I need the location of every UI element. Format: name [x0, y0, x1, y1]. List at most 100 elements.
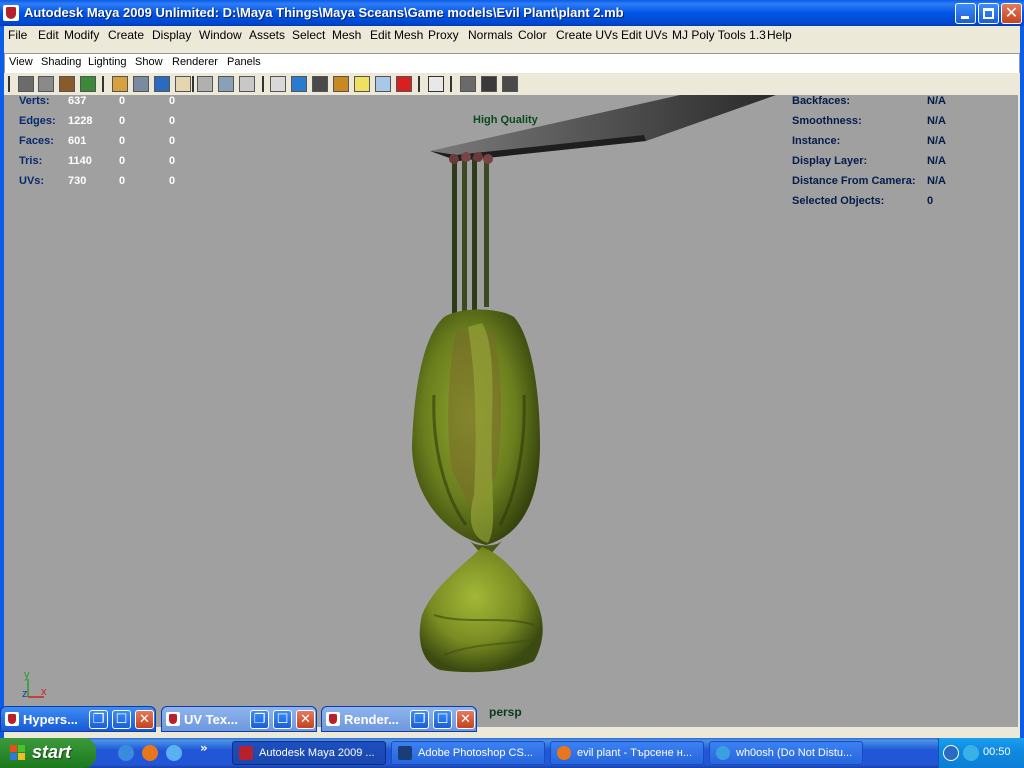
xray-icon[interactable]: [375, 76, 391, 92]
safe-action-icon[interactable]: [218, 76, 234, 92]
menu-window[interactable]: Window: [199, 28, 242, 42]
menu-edit-mesh[interactable]: Edit Mesh: [370, 28, 423, 42]
minimized-uv-texture-editor[interactable]: UV Tex... ❐ ☐ ✕: [161, 706, 317, 732]
maya-window-icon: [5, 712, 19, 726]
axis-z-label: z: [22, 688, 28, 700]
taskbar-item-label: Adobe Photoshop CS...: [418, 747, 533, 759]
start-button[interactable]: start: [0, 738, 96, 768]
skype-tray-icon[interactable]: [963, 745, 979, 761]
skype-icon: [716, 746, 730, 760]
maximize-button[interactable]: ☐: [273, 710, 292, 729]
menu-color[interactable]: Color: [518, 28, 547, 42]
lights-icon[interactable]: [354, 76, 370, 92]
close-button[interactable]: ✕: [135, 710, 154, 729]
hud-grid-icon[interactable]: [481, 76, 497, 92]
frame-selection-icon[interactable]: [428, 76, 444, 92]
axis-y-label: y: [24, 669, 30, 681]
restore-button[interactable]: ❐: [410, 710, 429, 729]
menu-normals[interactable]: Normals: [468, 28, 513, 42]
film-gate-icon[interactable]: [133, 76, 149, 92]
minimized-render-view[interactable]: Render... ❐ ☐ ✕: [321, 706, 477, 732]
tray-expand-icon[interactable]: [943, 745, 959, 761]
resolution-gate-icon[interactable]: [154, 76, 170, 92]
taskbar-item-photoshop[interactable]: Adobe Photoshop CS...: [391, 741, 545, 765]
menu-create[interactable]: Create: [108, 28, 144, 42]
hud-backfaces-label: Backfaces:: [792, 95, 851, 107]
wireframe-icon[interactable]: [270, 76, 286, 92]
camera-attributes-icon[interactable]: [38, 76, 54, 92]
maximize-button[interactable]: ☐: [433, 710, 452, 729]
hud-verts-value-3: 0: [169, 95, 176, 107]
hud-smoothness-label: Smoothness:: [792, 115, 862, 127]
panel-menu-show[interactable]: Show: [135, 56, 163, 68]
minimized-title: UV Tex...: [184, 712, 238, 727]
hud-selected-objects-label: Selected Objects:: [792, 195, 885, 207]
close-icon: ✕: [1004, 3, 1019, 22]
hud-faces-label: Faces:: [19, 135, 54, 147]
menu-help[interactable]: Help: [767, 28, 792, 42]
textured-icon[interactable]: [333, 76, 349, 92]
menu-proxy[interactable]: Proxy: [428, 28, 459, 42]
maximize-button[interactable]: ☐: [112, 710, 131, 729]
taskbar-item-maya[interactable]: Autodesk Maya 2009 ...: [232, 741, 386, 765]
menu-edit-uvs[interactable]: Edit UVs: [621, 28, 668, 42]
internet-explorer-icon[interactable]: [118, 745, 134, 761]
image-plane-icon[interactable]: [80, 76, 96, 92]
render-view-icon[interactable]: [502, 76, 518, 92]
window-title-bar[interactable]: Autodesk Maya 2009 Unlimited: D:\Maya Th…: [0, 0, 1024, 26]
select-camera-icon[interactable]: [18, 76, 34, 92]
hud-tris-value: 1140: [68, 155, 92, 167]
panel-menu-lighting[interactable]: Lighting: [88, 56, 127, 68]
menu-modify[interactable]: Modify: [64, 28, 99, 42]
close-button[interactable]: ✕: [1001, 3, 1022, 24]
perspective-viewport[interactable]: Verts: 637 0 0 Edges: 1228 0 0 Faces: 60…: [4, 95, 1018, 727]
minimized-hypershade[interactable]: Hypers... ❐ ☐ ✕: [0, 706, 156, 732]
menu-mesh[interactable]: Mesh: [332, 28, 361, 42]
firefox-icon[interactable]: [142, 745, 158, 761]
grid-icon[interactable]: [112, 76, 128, 92]
restore-icon: ❐: [92, 712, 105, 727]
taskbar-item-label: wh0osh (Do Not Distu...: [736, 747, 853, 759]
restore-button[interactable]: ❐: [89, 710, 108, 729]
hud-edges-value-2: 0: [119, 115, 126, 127]
hud-edges-label: Edges:: [19, 115, 56, 127]
menu-create-uvs[interactable]: Create UVs: [556, 28, 618, 42]
menu-file[interactable]: File: [8, 28, 27, 42]
panel-menu-panels[interactable]: Panels: [227, 56, 261, 68]
gate-mask-icon[interactable]: [175, 76, 191, 92]
panel-menu-bar: View Shading Lighting Show Renderer Pane…: [4, 53, 1020, 74]
search-icon[interactable]: [166, 745, 182, 761]
toolbar-separator: [102, 76, 104, 92]
hud-faces-value-2: 0: [119, 135, 126, 147]
maya-app-icon[interactable]: [3, 5, 19, 21]
hud-tris-value-2: 0: [119, 155, 126, 167]
menu-mj-poly-tools[interactable]: MJ Poly Tools 1.3: [672, 28, 766, 42]
safe-title-icon[interactable]: [239, 76, 255, 92]
restore-button[interactable]: [978, 3, 999, 24]
quicklaunch-chevron[interactable]: »: [200, 741, 208, 755]
taskbar-item-label: Autodesk Maya 2009 ...: [259, 747, 375, 759]
close-button[interactable]: ✕: [456, 710, 475, 729]
menu-display[interactable]: Display: [152, 28, 191, 42]
close-icon: ✕: [139, 712, 150, 727]
panel-menu-renderer[interactable]: Renderer: [172, 56, 218, 68]
smooth-shade-icon[interactable]: [291, 76, 307, 92]
close-button[interactable]: ✕: [296, 710, 315, 729]
minimize-button[interactable]: [955, 3, 976, 24]
panel-menu-view[interactable]: View: [9, 56, 33, 68]
menu-select[interactable]: Select: [292, 28, 325, 42]
main-menu-bar: File Edit Modify Create Display Window A…: [4, 26, 1020, 46]
maximize-icon: ☐: [115, 712, 128, 727]
menu-assets[interactable]: Assets: [249, 28, 285, 42]
menu-edit[interactable]: Edit: [38, 28, 59, 42]
field-chart-icon[interactable]: [197, 76, 213, 92]
wireframe-on-shaded-icon[interactable]: [312, 76, 328, 92]
isolate-select-icon[interactable]: [396, 76, 412, 92]
system-clock[interactable]: 00:50: [983, 746, 1011, 758]
bookmark-icon[interactable]: [59, 76, 75, 92]
taskbar-item-skype[interactable]: wh0osh (Do Not Distu...: [709, 741, 863, 765]
taskbar-item-firefox[interactable]: evil plant - Търсене н...: [550, 741, 704, 765]
high-quality-icon[interactable]: [460, 76, 476, 92]
restore-button[interactable]: ❐: [250, 710, 269, 729]
panel-menu-shading[interactable]: Shading: [41, 56, 81, 68]
